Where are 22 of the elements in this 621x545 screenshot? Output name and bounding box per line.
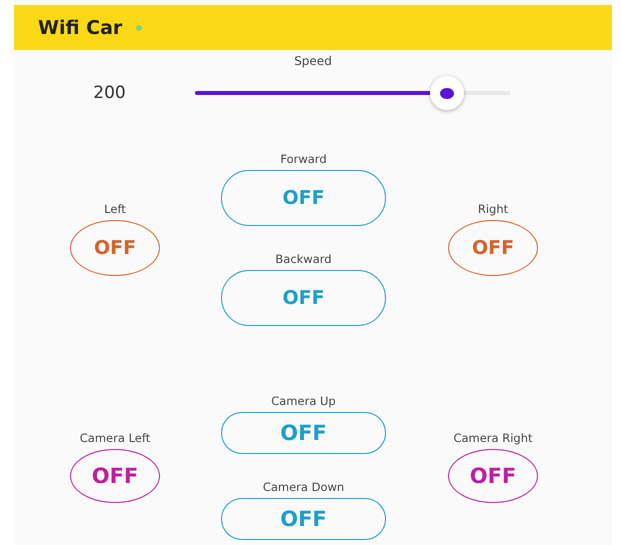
- toggle-button[interactable]: OFF: [221, 270, 386, 326]
- toggle-button[interactable]: OFF: [221, 498, 386, 540]
- app-title: Wifi Car: [38, 16, 122, 38]
- toggle-button[interactable]: OFF: [448, 220, 538, 276]
- button-label: Right: [478, 202, 508, 216]
- status-dot-icon: [136, 24, 142, 30]
- button-label: Left: [104, 202, 126, 216]
- toggle-button[interactable]: OFF: [448, 449, 538, 503]
- speed-slider[interactable]: [195, 74, 510, 112]
- button-label: Backward: [275, 252, 332, 266]
- speed-label: Speed: [294, 54, 332, 68]
- button-label: Camera Right: [453, 431, 533, 445]
- button-label: Camera Left: [80, 431, 150, 445]
- toggle-button[interactable]: OFF: [221, 412, 386, 454]
- slider-thumb[interactable]: [430, 76, 464, 110]
- button-label: Forward: [280, 152, 327, 166]
- toggle-button[interactable]: OFF: [221, 170, 386, 226]
- toggle-button[interactable]: OFF: [70, 220, 160, 276]
- button-label: Camera Down: [262, 480, 344, 494]
- speed-value: 200: [92, 83, 127, 103]
- button-label: Camera Up: [271, 394, 336, 408]
- toggle-button[interactable]: OFF: [70, 449, 160, 503]
